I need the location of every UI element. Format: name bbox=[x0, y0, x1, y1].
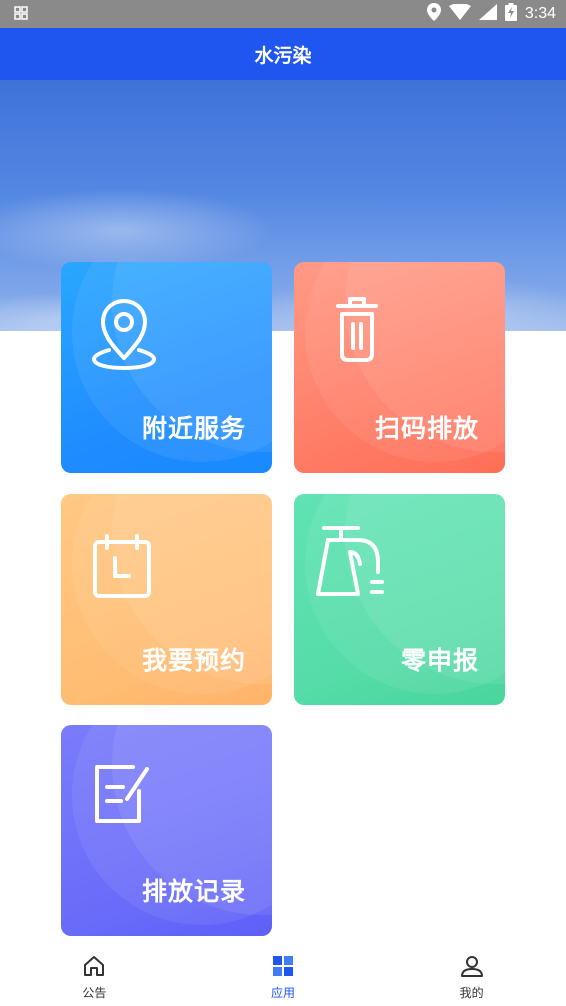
wifi-icon bbox=[448, 2, 471, 25]
user-icon bbox=[460, 954, 484, 981]
location-pin-icon bbox=[89, 292, 159, 372]
status-time: 3:34 bbox=[524, 5, 556, 22]
faucet-icon bbox=[314, 522, 384, 602]
nav-item-applications[interactable]: 应用 bbox=[223, 954, 343, 1001]
nav-label: 我的 bbox=[459, 985, 484, 1000]
nav-label: 应用 bbox=[270, 985, 295, 1000]
status-bar: 3:34 bbox=[0, 0, 566, 28]
signal-icon bbox=[478, 3, 497, 25]
battery-icon bbox=[504, 2, 517, 26]
tile-discharge-records[interactable]: 排放记录 bbox=[61, 725, 272, 936]
edit-document-icon bbox=[89, 755, 159, 835]
app-bar: 水污染 bbox=[0, 28, 566, 80]
tile-zero-declaration[interactable]: 零申报 bbox=[294, 494, 505, 705]
tile-nearby-service[interactable]: 附近服务 bbox=[61, 262, 272, 473]
location-status-icon bbox=[426, 2, 441, 26]
nav-item-mine[interactable]: 我的 bbox=[412, 954, 532, 1001]
tile-label: 零申报 bbox=[400, 646, 479, 675]
tile-label: 排放记录 bbox=[141, 877, 246, 906]
nav-label: 公告 bbox=[82, 985, 107, 1000]
home-icon bbox=[82, 954, 106, 981]
grid-icon bbox=[271, 954, 295, 981]
tile-scan-discharge[interactable]: 扫码排放 bbox=[294, 262, 505, 473]
page-title: 水污染 bbox=[254, 44, 312, 67]
tile-make-appointment[interactable]: 我要预约 bbox=[61, 494, 272, 705]
tile-label: 我要预约 bbox=[141, 646, 246, 675]
bottom-navigation: 公告 应用 我的 bbox=[0, 948, 566, 1006]
tile-label: 附近服务 bbox=[141, 414, 246, 443]
tile-label: 扫码排放 bbox=[374, 414, 479, 443]
nav-item-announcements[interactable]: 公告 bbox=[34, 954, 154, 1001]
trash-can-icon bbox=[322, 292, 392, 372]
calendar-icon bbox=[89, 524, 159, 604]
notification-grid-icon bbox=[14, 5, 28, 24]
